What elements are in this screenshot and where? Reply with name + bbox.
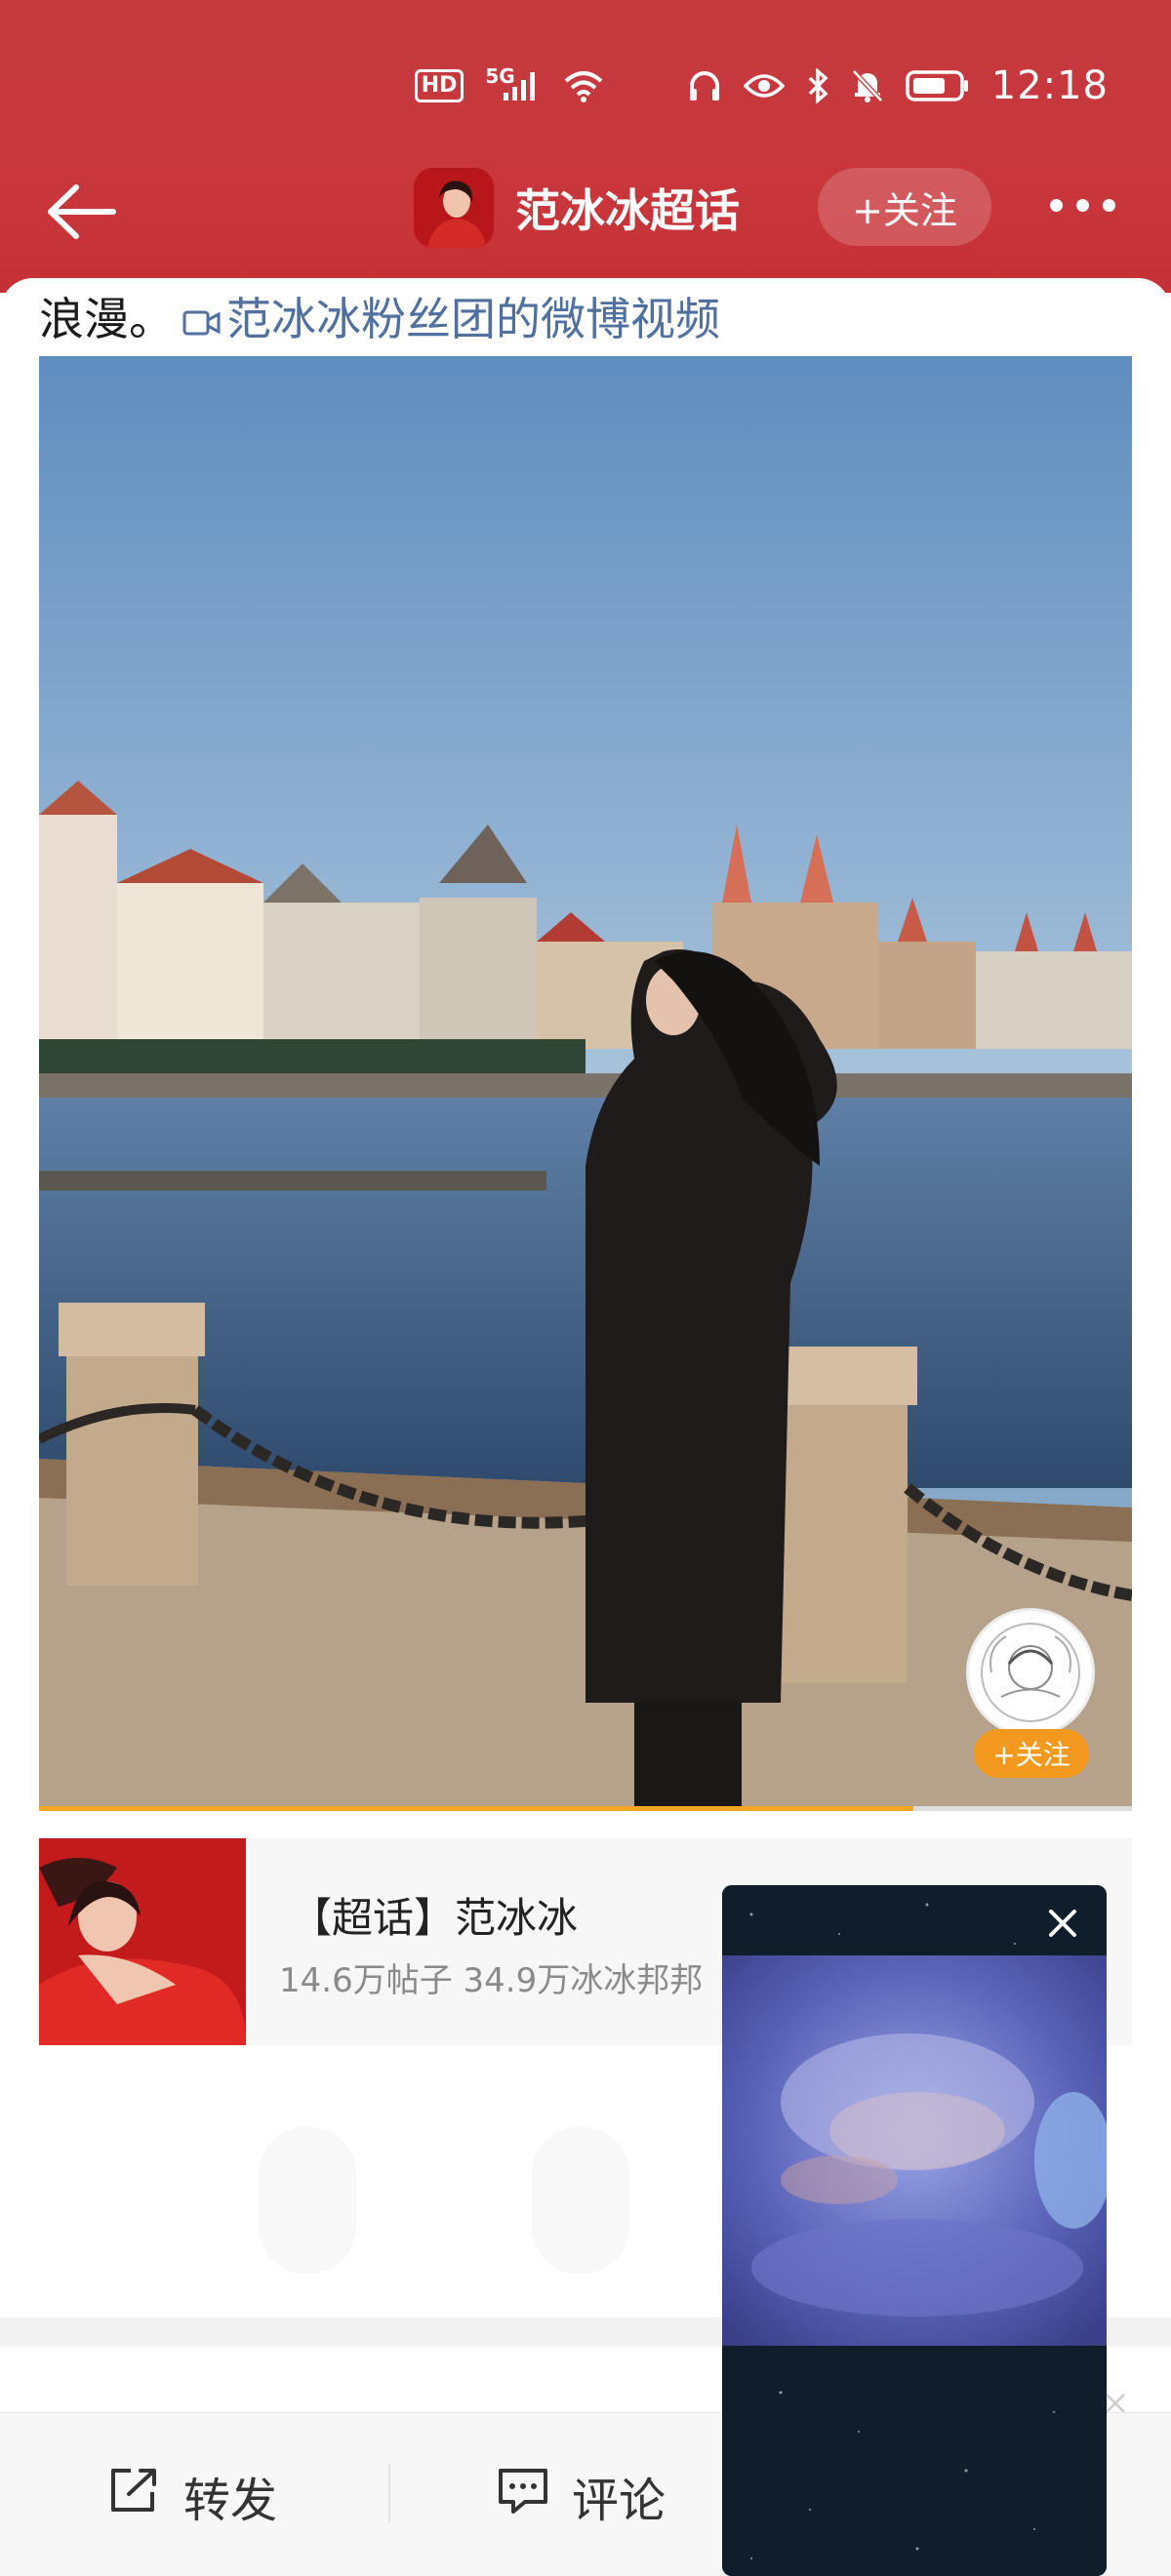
wifi-icon	[562, 69, 605, 102]
video-link-label: 范冰冰粉丝团的微博视频	[226, 293, 720, 345]
hd-icon: HD	[414, 69, 464, 102]
comment-icon	[496, 2465, 550, 2527]
battery-icon	[905, 69, 970, 102]
comment-button[interactable]: 评论	[496, 2462, 666, 2530]
signal-icon: 5G	[485, 64, 540, 102]
follow-topic-button[interactable]: +关注	[818, 168, 991, 246]
repost-icon	[107, 2465, 162, 2527]
status-bar: HD 5G 12:18	[414, 60, 1109, 111]
topic-avatar[interactable]	[414, 168, 494, 248]
topic-card-stats: 14.6万帖子 34.9万冰冰邦邦	[279, 1961, 704, 2000]
close-icon[interactable]	[1038, 1899, 1087, 1948]
back-arrow-icon[interactable]	[43, 178, 121, 246]
author-avatar[interactable]	[966, 1608, 1095, 1737]
floating-mini-player[interactable]	[722, 1885, 1107, 2576]
eye-icon	[743, 71, 785, 101]
repost-button[interactable]: 转发	[107, 2462, 277, 2530]
comment-label: 评论	[572, 2474, 666, 2528]
mute-bell-icon	[851, 68, 884, 103]
repost-label: 转发	[183, 2474, 278, 2528]
clock: 12:18	[990, 63, 1109, 108]
author-follow-button[interactable]: +关注	[974, 1729, 1089, 1778]
placeholder-shape	[532, 2127, 629, 2274]
bluetooth-icon	[806, 68, 829, 103]
bottom-separator	[388, 2464, 390, 2522]
placeholder-shape	[259, 2127, 356, 2274]
video-link[interactable]: 范冰冰粉丝团的微博视频	[174, 293, 720, 345]
network-label: 5G	[485, 64, 515, 88]
header-bar: HD 5G 12:18 范冰冰超话 +关注	[0, 0, 1171, 293]
video-camera-icon	[182, 297, 222, 349]
headphones-icon	[687, 68, 722, 103]
video-progress-bar[interactable]	[39, 1806, 1132, 1811]
video-progress-fill	[39, 1806, 913, 1811]
topic-card-thumbnail	[39, 1838, 246, 2045]
post-video[interactable]	[39, 356, 1132, 1810]
nav-row: 范冰冰超话 +关注	[0, 166, 1171, 254]
mini-player-video[interactable]	[722, 1955, 1107, 2346]
post-text-line: 浪漫。 范冰冰粉丝团的微博视频	[39, 284, 720, 349]
topic-card-title: 【超话】范冰冰	[291, 1894, 579, 1942]
more-dots-icon[interactable]	[1050, 185, 1128, 224]
page-title: 范冰冰超话	[515, 184, 740, 237]
post-text: 浪漫。	[39, 293, 174, 345]
